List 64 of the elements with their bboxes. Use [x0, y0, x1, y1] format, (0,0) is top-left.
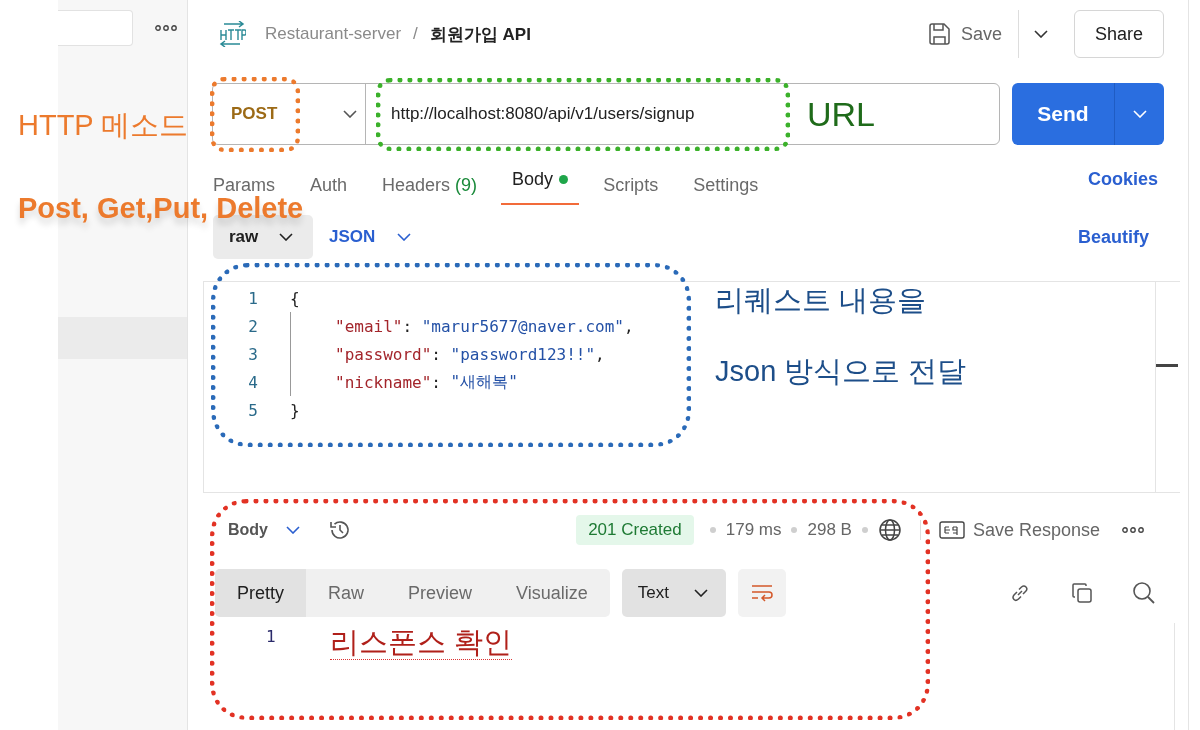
save-label: Save — [960, 23, 1002, 45]
request-tab[interactable]: Headers (9) — [371, 169, 489, 205]
line-number: 5 — [247, 400, 258, 420]
request-name: 회원가입 API — [429, 23, 531, 46]
wrap-lines-button[interactable] — [737, 569, 786, 617]
separator-dot — [709, 527, 716, 533]
code-line: } — [290, 399, 300, 422]
scrollbar-thumb[interactable] — [1156, 364, 1178, 367]
example-icon — [938, 521, 965, 539]
format-dropdown[interactable]: Text — [621, 569, 726, 617]
http-icon — [218, 21, 246, 47]
annotation-note: URL — [807, 96, 876, 134]
separator-dot — [861, 527, 868, 533]
share-button[interactable]: Share — [1074, 10, 1164, 58]
search-icon[interactable] — [1132, 581, 1156, 605]
status-badge: 201 Created — [576, 515, 694, 545]
response-view-tab[interactable]: Visualize — [494, 569, 610, 617]
caret-icon — [1132, 110, 1147, 118]
response-view-dropdown[interactable]: Body — [228, 521, 300, 539]
line-number: 1 — [247, 288, 258, 308]
method-dropdown[interactable]: POST — [213, 84, 366, 144]
annotation-note: 리스폰스 확인 — [330, 627, 513, 660]
caret-icon — [279, 233, 293, 241]
beautify-link[interactable]: Beautify — [1078, 226, 1164, 248]
request-tab[interactable]: Body — [501, 169, 580, 205]
code-line: "email": "marur5677@naver.com", — [290, 312, 634, 340]
wrap-lines-icon — [749, 583, 774, 603]
cookies-link[interactable]: Cookies — [1087, 169, 1164, 191]
annotation-note: 리퀘스트 내용을 — [715, 285, 927, 317]
caret-icon — [397, 233, 412, 241]
line-number: 1 — [266, 627, 276, 646]
more-icon[interactable] — [1122, 527, 1144, 533]
copy-icon[interactable] — [1070, 581, 1094, 605]
history-icon[interactable] — [328, 518, 352, 542]
response-view-tab[interactable]: Raw — [306, 569, 387, 617]
caret-icon — [693, 589, 708, 597]
caret-icon — [1034, 30, 1048, 38]
code-line: { — [290, 287, 300, 310]
code-line: "password": "password123!!", — [290, 340, 605, 368]
response-size: 298 B — [807, 520, 852, 540]
line-number: 3 — [247, 344, 258, 364]
url-field[interactable]: http://localhost:8080/api/v1/users/signup — [391, 104, 695, 124]
collection-name[interactable]: Restaurant-server — [265, 24, 402, 44]
caret-icon — [343, 110, 357, 118]
globe-icon[interactable] — [877, 518, 902, 542]
caret-icon — [286, 526, 300, 534]
line-number: 4 — [247, 372, 258, 392]
response-view-tab[interactable]: Pretty — [215, 569, 306, 617]
save-button[interactable]: Save — [927, 14, 1002, 54]
response-view-tab[interactable]: Preview — [386, 569, 495, 617]
annotation-note: Json 방식으로 전달 — [715, 356, 967, 388]
annotation-note: HTTP 메소드 — [18, 110, 189, 142]
response-time: 179 ms — [725, 520, 782, 540]
separator-dot — [791, 527, 798, 533]
language-dropdown[interactable]: JSON — [329, 227, 412, 247]
more-icon[interactable] — [155, 25, 177, 31]
request-tab[interactable]: Scripts — [592, 169, 670, 205]
code-line: "nickname": "새해복" — [290, 368, 518, 396]
breadcrumb-separator: / — [413, 24, 418, 44]
save-response-button[interactable]: Save Response — [938, 519, 1100, 541]
line-number: 2 — [247, 316, 258, 336]
search-field[interactable] — [58, 10, 133, 46]
request-tab[interactable]: Settings — [682, 169, 770, 205]
method-label: POST — [231, 104, 278, 124]
